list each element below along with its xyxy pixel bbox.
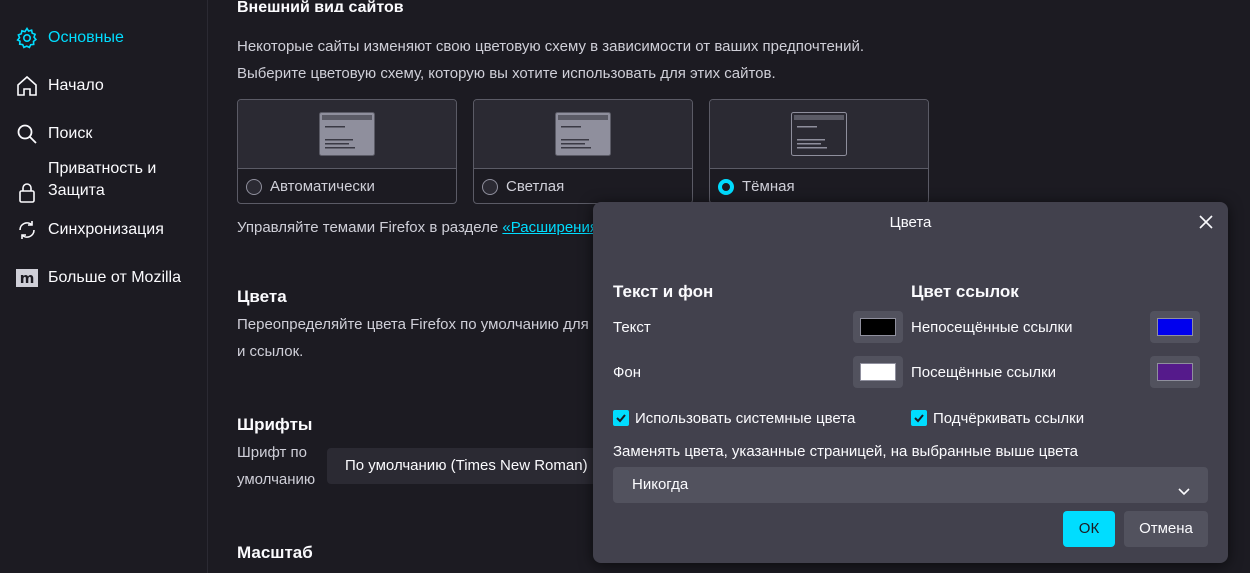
use-system-colors-checkbox[interactable] [613,410,629,426]
zoom-section-title: Масштаб [237,543,313,562]
theme-card-auto[interactable]: Автоматически [237,99,457,204]
text-color-swatch [860,318,896,336]
unvisited-link-color-picker[interactable] [1150,311,1200,343]
sidebar-item-label: Основные [48,29,124,46]
visited-link-color-picker[interactable] [1150,356,1200,388]
font-label-1: Шрифт по [237,444,307,461]
sidebar-item-home[interactable]: Начало [14,73,104,99]
sidebar-item-label: Приватность и [48,160,157,177]
appearance-heading: Внешний вид сайтов [237,0,404,12]
override-colors-value: Никогда [632,476,689,493]
sidebar: Основные Начало Поиск Приватность и Защи… [0,0,208,573]
theme-card-dark[interactable]: Тёмная [709,99,929,204]
theme-preview [238,100,456,169]
text-color-label: Текст [613,319,651,336]
colors-desc-2: и ссылок. [237,343,304,360]
theme-label-auto: Автоматически [270,178,375,195]
underline-links-checkbox[interactable] [911,410,927,426]
themes-manage-text: Управляйте темами Firefox в разделе «Рас… [237,214,598,241]
window-preview-icon [319,112,375,156]
mozilla-icon: m [14,265,40,291]
theme-card-light[interactable]: Светлая [473,99,693,204]
theme-preview [474,100,692,169]
window-preview-icon [791,112,847,156]
themes-manage-label: Управляйте темами Firefox в разделе [237,219,503,236]
svg-text:m: m [20,271,35,287]
bg-color-swatch [860,363,896,381]
sync-icon [14,217,40,243]
use-system-colors-label: Использовать системные цвета [635,410,856,427]
visited-link-label: Посещённые ссылки [911,364,1056,381]
sidebar-item-label: Больше от Mozilla [48,269,182,286]
lock-icon [14,180,40,206]
bg-color-picker[interactable] [853,356,903,388]
theme-preview [710,100,928,169]
appearance-desc-1: Некоторые сайты изменяют свою цветовую с… [237,38,864,55]
cancel-button[interactable]: Отмена [1124,511,1208,547]
dialog-title: Цвета [889,214,932,231]
override-colors-label: Заменять цвета, указанные страницей, на … [613,443,1079,460]
extensions-link[interactable]: «Расширения [502,219,598,236]
fonts-section-title: Шрифты [237,415,313,434]
sidebar-item-label: Защита [48,182,105,199]
sidebar-item-privacy[interactable]: Приватность и Защита [14,158,157,203]
bg-color-label: Фон [613,364,642,381]
sidebar-item-mozilla[interactable]: m Больше от Mozilla [14,265,181,291]
visited-color-swatch [1157,363,1193,381]
theme-label-light: Светлая [506,178,565,195]
sidebar-item-label: Начало [48,77,104,94]
sidebar-item-label: Поиск [48,125,93,142]
sidebar-item-general[interactable]: Основные [14,25,124,51]
sidebar-item-label: Синхронизация [48,221,164,238]
radio-dark[interactable] [718,178,734,195]
colors-dialog: Цвета Текст и фон Цвет ссылок Текст Непо… [593,202,1228,563]
override-colors-select[interactable]: Никогда [613,467,1208,503]
chevron-down-icon [1176,477,1192,513]
check-icon [616,414,626,423]
text-color-picker[interactable] [853,311,903,343]
underline-links-label: Подчёркивать ссылки [933,410,1085,427]
unvisited-link-label: Непосещённые ссылки [911,319,1073,336]
check-icon [914,414,924,423]
theme-label-dark: Тёмная [742,178,795,195]
appearance-desc-2: Выберите цветовую схему, которую вы хоти… [237,65,776,82]
sidebar-item-search[interactable]: Поиск [14,121,92,147]
gear-icon [14,25,40,51]
unvisited-color-swatch [1157,318,1193,336]
ok-button[interactable]: ОК [1063,511,1115,547]
radio-light[interactable] [482,178,498,195]
close-icon[interactable] [1196,212,1216,232]
search-icon [14,121,40,147]
sidebar-item-sync[interactable]: Синхронизация [14,217,164,243]
link-colors-heading: Цвет ссылок [911,282,1019,301]
colors-section-title: Цвета [237,287,287,306]
text-bg-heading: Текст и фон [613,282,714,301]
colors-desc-1: Переопределяйте цвета Firefox по умолчан… [237,316,589,333]
default-font-select[interactable]: По умолчанию (Times New Roman) [327,448,597,484]
font-label-2: умолчанию [237,471,316,488]
home-icon [14,73,40,99]
window-preview-icon [555,112,611,156]
radio-auto[interactable] [246,178,262,195]
